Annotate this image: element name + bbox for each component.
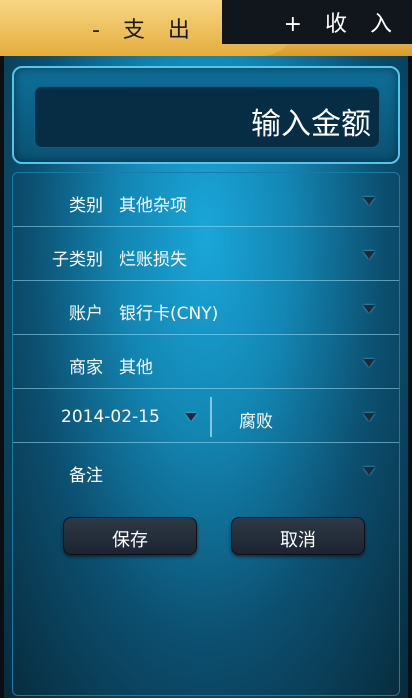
chevron-down-icon bbox=[363, 305, 375, 313]
vertical-divider bbox=[210, 397, 212, 437]
account-label: 账户 bbox=[69, 304, 103, 324]
subcategory-label: 子类别 bbox=[52, 250, 103, 270]
subcategory-value: 烂账损失 bbox=[119, 250, 187, 270]
chevron-down-icon bbox=[363, 467, 375, 475]
merchant-label: 商家 bbox=[69, 358, 103, 378]
chevron-down-icon bbox=[363, 413, 375, 421]
cancel-button[interactable]: 取消 bbox=[231, 517, 365, 555]
transaction-form: 类别 其他杂项 子类别 烂账损失 账户 银行卡(CNY) 商家 其他 2014-… bbox=[12, 172, 400, 696]
chevron-down-icon bbox=[185, 413, 197, 421]
account-row[interactable]: 账户 银行卡(CNY) bbox=[13, 281, 399, 335]
chevron-down-icon bbox=[363, 359, 375, 367]
amount-box: 输入金额 bbox=[12, 66, 400, 164]
main-panel: 输入金额 类别 其他杂项 子类别 烂账损失 账户 银行卡(CNY) 商家 其他 … bbox=[4, 56, 408, 698]
tab-bar: - 支 出 + 收 入 bbox=[0, 0, 412, 56]
category-label: 类别 bbox=[69, 196, 103, 216]
category-row[interactable]: 类别 其他杂项 bbox=[13, 173, 399, 227]
merchant-value: 其他 bbox=[119, 358, 153, 378]
amount-input[interactable]: 输入金额 bbox=[34, 86, 380, 148]
note-row[interactable]: 备注 bbox=[13, 443, 399, 497]
tab-income[interactable]: + 收 入 bbox=[222, 0, 412, 44]
merchant-row[interactable]: 商家 其他 bbox=[13, 335, 399, 389]
note-label: 备注 bbox=[69, 466, 103, 486]
save-button[interactable]: 保存 bbox=[63, 517, 197, 555]
date-project-row: 2014-02-15 腐败 bbox=[13, 389, 399, 443]
category-value: 其他杂项 bbox=[119, 196, 187, 216]
project-select[interactable]: 腐败 bbox=[239, 407, 273, 432]
account-value: 银行卡(CNY) bbox=[119, 304, 219, 324]
chevron-down-icon bbox=[363, 197, 375, 205]
subcategory-row[interactable]: 子类别 烂账损失 bbox=[13, 227, 399, 281]
date-select[interactable]: 2014-02-15 bbox=[61, 407, 160, 427]
chevron-down-icon bbox=[363, 251, 375, 259]
